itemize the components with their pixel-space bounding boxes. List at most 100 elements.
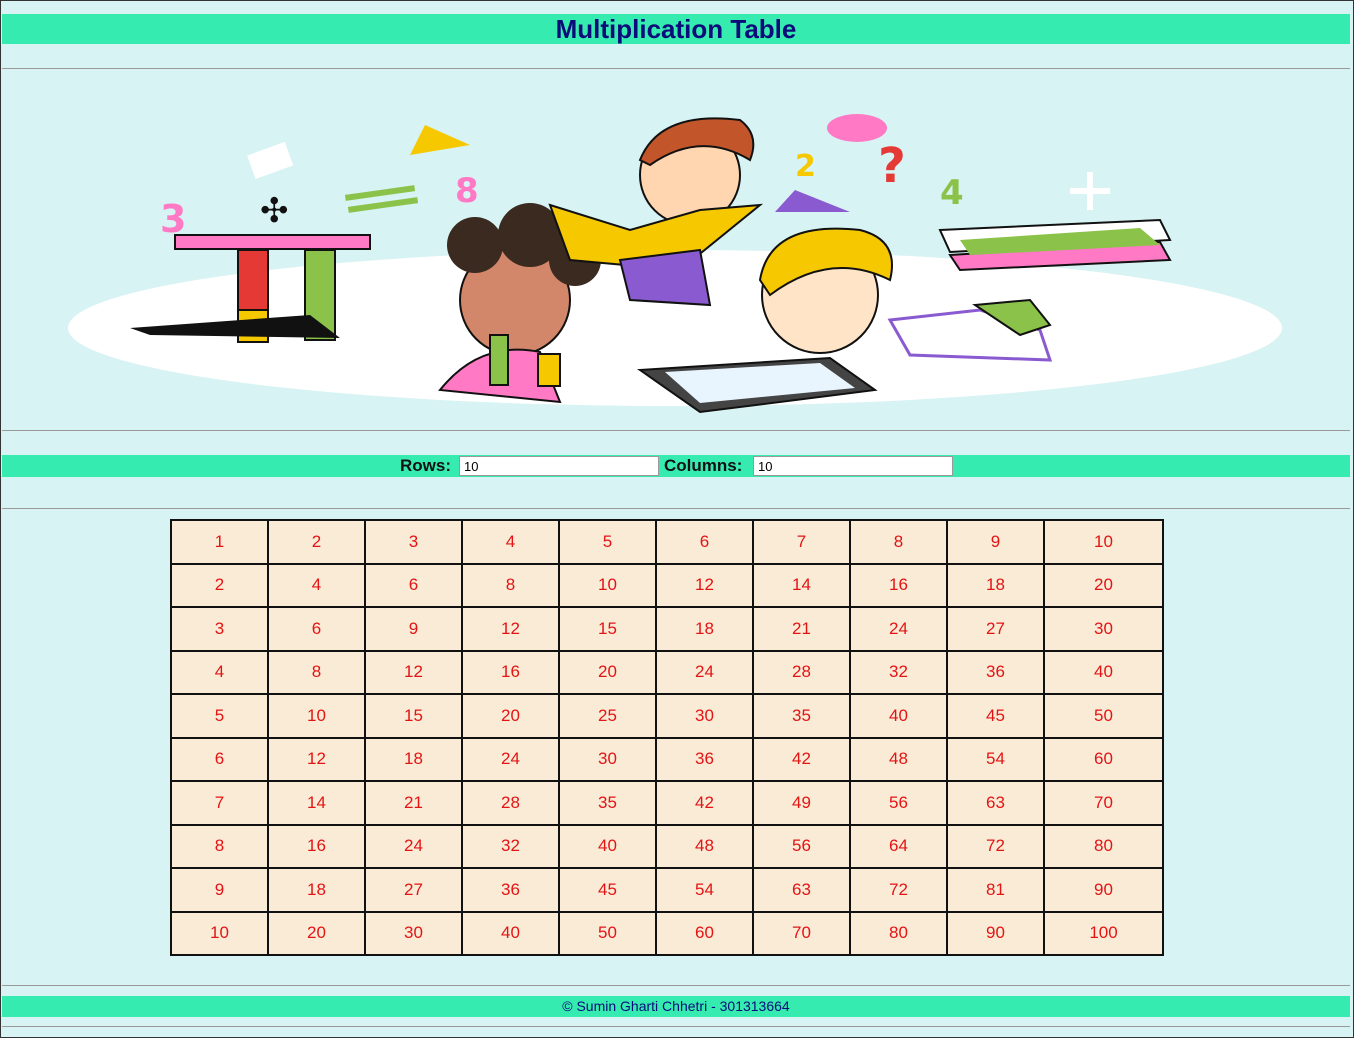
table-row: 3 6 9 12 15 18 21 24 27 30 — [170, 606, 1164, 652]
table-cell: 30 — [655, 693, 754, 739]
table-cell: 5 — [170, 693, 269, 739]
table-cell: 56 — [752, 823, 851, 869]
question-mark: ? — [878, 138, 906, 194]
table-cell: 12 — [364, 649, 463, 695]
digit-8: 8 — [455, 171, 479, 211]
girl-hair-left — [447, 217, 503, 273]
table-cell: 24 — [461, 736, 560, 782]
table-cell: 27 — [364, 867, 463, 913]
table-cell: 81 — [946, 867, 1045, 913]
table-cell: 36 — [946, 649, 1045, 695]
table-cell: 72 — [849, 867, 948, 913]
table-cell: 15 — [364, 693, 463, 739]
table-row: 8 16 24 32 40 48 56 64 72 80 — [170, 823, 1164, 869]
rows-label: Rows: — [400, 456, 451, 475]
table-cell: 24 — [655, 649, 754, 695]
table-cell: 90 — [1043, 867, 1164, 913]
table-cell: 80 — [1043, 823, 1164, 869]
table-cell: 9 — [946, 519, 1045, 565]
table-cell: 45 — [558, 867, 657, 913]
digit-4: 4 — [940, 173, 964, 213]
purple-triangle-shape — [775, 190, 850, 212]
table-cell: 12 — [655, 562, 754, 608]
columns-input[interactable] — [753, 456, 953, 476]
table-cell: 16 — [849, 562, 948, 608]
table-cell: 63 — [946, 780, 1045, 826]
table-cell: 15 — [558, 606, 657, 652]
table-cell: 18 — [364, 736, 463, 782]
divider — [2, 985, 1350, 986]
table-cell: 5 — [558, 519, 657, 565]
table-cell: 30 — [364, 910, 463, 956]
table-cell: 9 — [170, 867, 269, 913]
table-cell: 3 — [364, 519, 463, 565]
green-counting-block — [489, 334, 509, 386]
table-row: 2 4 6 8 10 12 14 16 18 20 — [170, 562, 1164, 608]
table-cell: 4 — [267, 562, 366, 608]
table-cell: 35 — [752, 693, 851, 739]
table-cell: 70 — [752, 910, 851, 956]
divider — [2, 68, 1350, 69]
table-row: 10 20 30 40 50 60 70 80 90 100 — [170, 910, 1164, 956]
table-cell: 45 — [946, 693, 1045, 739]
table-cell: 60 — [655, 910, 754, 956]
table-cell: 14 — [267, 780, 366, 826]
table-cell: 16 — [461, 649, 560, 695]
table-cell: 40 — [849, 693, 948, 739]
table-cell: 49 — [752, 780, 851, 826]
table-row: 1 2 3 4 5 6 7 8 9 10 — [170, 519, 1164, 565]
table-cell: 25 — [558, 693, 657, 739]
table-cell: 28 — [461, 780, 560, 826]
white-square-shape — [247, 141, 294, 180]
table-cell: 6 — [655, 519, 754, 565]
divider — [2, 1026, 1350, 1027]
table-cell: 8 — [170, 823, 269, 869]
table-cell: 20 — [558, 649, 657, 695]
table-cell: 7 — [752, 519, 851, 565]
table-row: 6 12 18 24 30 36 42 48 54 60 — [170, 736, 1164, 782]
controls-bar: Rows: Columns: — [2, 455, 1350, 477]
table-cell: 10 — [558, 562, 657, 608]
table-cell: 70 — [1043, 780, 1164, 826]
table-cell: 40 — [1043, 649, 1164, 695]
page-title: Multiplication Table — [555, 14, 797, 44]
columns-label: Columns: — [664, 456, 743, 475]
table-cell: 18 — [655, 606, 754, 652]
divider — [2, 430, 1350, 431]
table-cell: 1 — [170, 519, 269, 565]
table-cell: 12 — [267, 736, 366, 782]
table-cell: 48 — [849, 736, 948, 782]
table-cell: 21 — [364, 780, 463, 826]
table-cell: 3 — [170, 606, 269, 652]
equals-bar-2 — [347, 197, 419, 213]
table-cell: 42 — [655, 780, 754, 826]
table-row: 9 18 27 36 45 54 63 72 81 90 — [170, 867, 1164, 913]
table-cell: 24 — [364, 823, 463, 869]
table-cell: 35 — [558, 780, 657, 826]
rows-input[interactable] — [459, 456, 659, 476]
table-cell: 36 — [461, 867, 560, 913]
table-cell: 20 — [267, 910, 366, 956]
table-cell: 90 — [946, 910, 1045, 956]
table-cell: 4 — [461, 519, 560, 565]
plus-v — [1087, 172, 1093, 210]
kids-math-illustration: 3 8 2 ? 4 ✣ — [68, 114, 1282, 414]
table-cell: 2 — [170, 562, 269, 608]
divider — [2, 508, 1350, 509]
triangle-shape — [410, 125, 470, 155]
table-cell: 63 — [752, 867, 851, 913]
table-cell: 18 — [946, 562, 1045, 608]
table-cell: 30 — [1043, 606, 1164, 652]
table-cell: 6 — [364, 562, 463, 608]
table-cell: 21 — [752, 606, 851, 652]
table-cell: 24 — [849, 606, 948, 652]
table-cell: 8 — [849, 519, 948, 565]
table-cell: 60 — [1043, 736, 1164, 782]
table-cell: 8 — [461, 562, 560, 608]
table-cell: 28 — [752, 649, 851, 695]
table-cell: 100 — [1043, 910, 1164, 956]
table-cell: 48 — [655, 823, 754, 869]
digit-black: ✣ — [260, 191, 289, 231]
table-cell: 27 — [946, 606, 1045, 652]
boy-legs — [618, 248, 712, 307]
